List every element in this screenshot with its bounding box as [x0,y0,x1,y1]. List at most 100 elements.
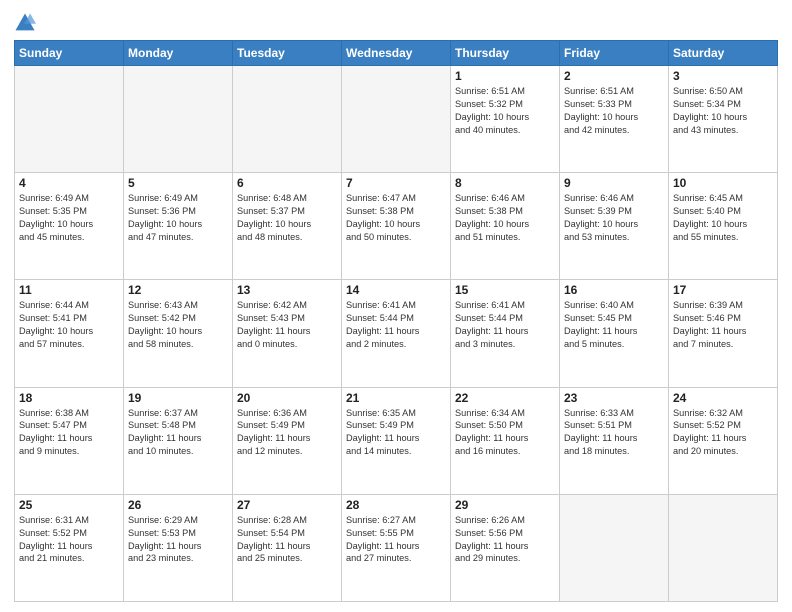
day-number: 18 [19,391,119,405]
calendar-week-row: 4 Sunrise: 6:49 AMSunset: 5:35 PMDaylight… [15,173,778,280]
day-info: Sunrise: 6:36 AMSunset: 5:49 PMDaylight:… [237,407,337,459]
calendar-cell: 10 Sunrise: 6:45 AMSunset: 5:40 PMDayligh… [669,173,778,280]
calendar-week-row: 1 Sunrise: 6:51 AMSunset: 5:32 PMDaylight… [15,66,778,173]
day-info: Sunrise: 6:47 AMSunset: 5:38 PMDaylight:… [346,192,446,244]
calendar-cell: 25 Sunrise: 6:31 AMSunset: 5:52 PMDayligh… [15,494,124,601]
day-number: 25 [19,498,119,512]
day-info: Sunrise: 6:29 AMSunset: 5:53 PMDaylight:… [128,514,228,566]
day-info: Sunrise: 6:41 AMSunset: 5:44 PMDaylight:… [455,299,555,351]
calendar-cell: 23 Sunrise: 6:33 AMSunset: 5:51 PMDayligh… [560,387,669,494]
calendar-cell: 13 Sunrise: 6:42 AMSunset: 5:43 PMDayligh… [233,280,342,387]
day-info: Sunrise: 6:34 AMSunset: 5:50 PMDaylight:… [455,407,555,459]
day-number: 7 [346,176,446,190]
calendar-cell [15,66,124,173]
day-info: Sunrise: 6:28 AMSunset: 5:54 PMDaylight:… [237,514,337,566]
calendar-cell: 3 Sunrise: 6:50 AMSunset: 5:34 PMDaylight… [669,66,778,173]
day-number: 3 [673,69,773,83]
day-info: Sunrise: 6:51 AMSunset: 5:32 PMDaylight:… [455,85,555,137]
calendar-week-row: 18 Sunrise: 6:38 AMSunset: 5:47 PMDayligh… [15,387,778,494]
calendar-cell: 4 Sunrise: 6:49 AMSunset: 5:35 PMDaylight… [15,173,124,280]
calendar-table: SundayMondayTuesdayWednesdayThursdayFrid… [14,40,778,602]
calendar-week-row: 11 Sunrise: 6:44 AMSunset: 5:41 PMDayligh… [15,280,778,387]
day-info: Sunrise: 6:45 AMSunset: 5:40 PMDaylight:… [673,192,773,244]
day-number: 11 [19,283,119,297]
day-info: Sunrise: 6:26 AMSunset: 5:56 PMDaylight:… [455,514,555,566]
day-number: 4 [19,176,119,190]
day-info: Sunrise: 6:39 AMSunset: 5:46 PMDaylight:… [673,299,773,351]
day-number: 26 [128,498,228,512]
day-number: 27 [237,498,337,512]
weekday-header: Saturday [669,41,778,66]
day-info: Sunrise: 6:33 AMSunset: 5:51 PMDaylight:… [564,407,664,459]
calendar-cell: 14 Sunrise: 6:41 AMSunset: 5:44 PMDayligh… [342,280,451,387]
calendar-cell: 8 Sunrise: 6:46 AMSunset: 5:38 PMDaylight… [451,173,560,280]
weekday-header: Sunday [15,41,124,66]
day-number: 17 [673,283,773,297]
calendar-cell: 6 Sunrise: 6:48 AMSunset: 5:37 PMDaylight… [233,173,342,280]
day-number: 29 [455,498,555,512]
weekday-header: Friday [560,41,669,66]
calendar-cell: 18 Sunrise: 6:38 AMSunset: 5:47 PMDayligh… [15,387,124,494]
day-number: 2 [564,69,664,83]
day-number: 12 [128,283,228,297]
day-info: Sunrise: 6:31 AMSunset: 5:52 PMDaylight:… [19,514,119,566]
weekday-header-row: SundayMondayTuesdayWednesdayThursdayFrid… [15,41,778,66]
weekday-header: Tuesday [233,41,342,66]
day-number: 10 [673,176,773,190]
calendar-cell: 7 Sunrise: 6:47 AMSunset: 5:38 PMDaylight… [342,173,451,280]
day-number: 5 [128,176,228,190]
day-number: 21 [346,391,446,405]
day-number: 14 [346,283,446,297]
day-info: Sunrise: 6:27 AMSunset: 5:55 PMDaylight:… [346,514,446,566]
calendar-cell: 17 Sunrise: 6:39 AMSunset: 5:46 PMDayligh… [669,280,778,387]
day-number: 16 [564,283,664,297]
day-number: 23 [564,391,664,405]
calendar-cell: 16 Sunrise: 6:40 AMSunset: 5:45 PMDayligh… [560,280,669,387]
day-info: Sunrise: 6:49 AMSunset: 5:36 PMDaylight:… [128,192,228,244]
calendar-cell [124,66,233,173]
weekday-header: Monday [124,41,233,66]
day-info: Sunrise: 6:44 AMSunset: 5:41 PMDaylight:… [19,299,119,351]
day-number: 1 [455,69,555,83]
calendar-cell: 9 Sunrise: 6:46 AMSunset: 5:39 PMDaylight… [560,173,669,280]
calendar-cell: 29 Sunrise: 6:26 AMSunset: 5:56 PMDayligh… [451,494,560,601]
day-number: 8 [455,176,555,190]
page: SundayMondayTuesdayWednesdayThursdayFrid… [0,0,792,612]
calendar-cell [560,494,669,601]
calendar-week-row: 25 Sunrise: 6:31 AMSunset: 5:52 PMDayligh… [15,494,778,601]
day-info: Sunrise: 6:43 AMSunset: 5:42 PMDaylight:… [128,299,228,351]
day-info: Sunrise: 6:46 AMSunset: 5:39 PMDaylight:… [564,192,664,244]
calendar-cell: 27 Sunrise: 6:28 AMSunset: 5:54 PMDayligh… [233,494,342,601]
day-number: 28 [346,498,446,512]
calendar-cell [342,66,451,173]
day-number: 22 [455,391,555,405]
day-info: Sunrise: 6:41 AMSunset: 5:44 PMDaylight:… [346,299,446,351]
day-number: 6 [237,176,337,190]
calendar-cell: 11 Sunrise: 6:44 AMSunset: 5:41 PMDayligh… [15,280,124,387]
day-info: Sunrise: 6:51 AMSunset: 5:33 PMDaylight:… [564,85,664,137]
day-number: 9 [564,176,664,190]
day-number: 15 [455,283,555,297]
day-info: Sunrise: 6:32 AMSunset: 5:52 PMDaylight:… [673,407,773,459]
day-info: Sunrise: 6:37 AMSunset: 5:48 PMDaylight:… [128,407,228,459]
day-info: Sunrise: 6:46 AMSunset: 5:38 PMDaylight:… [455,192,555,244]
day-info: Sunrise: 6:49 AMSunset: 5:35 PMDaylight:… [19,192,119,244]
logo-icon [14,12,36,34]
day-info: Sunrise: 6:35 AMSunset: 5:49 PMDaylight:… [346,407,446,459]
day-info: Sunrise: 6:38 AMSunset: 5:47 PMDaylight:… [19,407,119,459]
day-info: Sunrise: 6:50 AMSunset: 5:34 PMDaylight:… [673,85,773,137]
day-info: Sunrise: 6:40 AMSunset: 5:45 PMDaylight:… [564,299,664,351]
day-number: 13 [237,283,337,297]
weekday-header: Wednesday [342,41,451,66]
day-number: 24 [673,391,773,405]
day-number: 20 [237,391,337,405]
calendar-cell: 22 Sunrise: 6:34 AMSunset: 5:50 PMDayligh… [451,387,560,494]
calendar-cell: 15 Sunrise: 6:41 AMSunset: 5:44 PMDayligh… [451,280,560,387]
calendar-cell: 1 Sunrise: 6:51 AMSunset: 5:32 PMDaylight… [451,66,560,173]
calendar-cell: 20 Sunrise: 6:36 AMSunset: 5:49 PMDayligh… [233,387,342,494]
day-info: Sunrise: 6:48 AMSunset: 5:37 PMDaylight:… [237,192,337,244]
day-info: Sunrise: 6:42 AMSunset: 5:43 PMDaylight:… [237,299,337,351]
calendar-cell: 24 Sunrise: 6:32 AMSunset: 5:52 PMDayligh… [669,387,778,494]
calendar-cell: 12 Sunrise: 6:43 AMSunset: 5:42 PMDayligh… [124,280,233,387]
calendar-cell: 26 Sunrise: 6:29 AMSunset: 5:53 PMDayligh… [124,494,233,601]
